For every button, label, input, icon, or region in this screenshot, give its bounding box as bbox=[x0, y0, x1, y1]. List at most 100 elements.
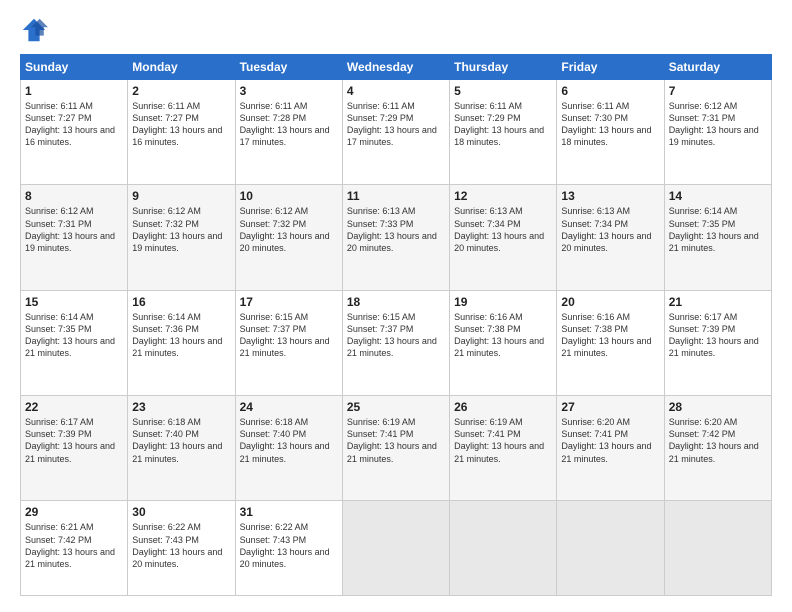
day-cell: 6 Sunrise: 6:11 AM Sunset: 7:30 PM Dayli… bbox=[557, 80, 664, 185]
day-cell: 29 Sunrise: 6:21 AM Sunset: 7:42 PM Dayl… bbox=[21, 501, 128, 596]
day-number: 1 bbox=[25, 84, 123, 98]
day-info: Sunrise: 6:14 AM Sunset: 7:35 PM Dayligh… bbox=[25, 311, 123, 360]
day-number: 4 bbox=[347, 84, 445, 98]
day-info: Sunrise: 6:13 AM Sunset: 7:34 PM Dayligh… bbox=[454, 205, 552, 254]
weekday-header-sunday: Sunday bbox=[21, 55, 128, 80]
day-cell: 10 Sunrise: 6:12 AM Sunset: 7:32 PM Dayl… bbox=[235, 185, 342, 290]
day-info: Sunrise: 6:13 AM Sunset: 7:34 PM Dayligh… bbox=[561, 205, 659, 254]
day-cell: 14 Sunrise: 6:14 AM Sunset: 7:35 PM Dayl… bbox=[664, 185, 771, 290]
day-number: 5 bbox=[454, 84, 552, 98]
day-cell: 5 Sunrise: 6:11 AM Sunset: 7:29 PM Dayli… bbox=[450, 80, 557, 185]
day-number: 26 bbox=[454, 400, 552, 414]
day-cell: 7 Sunrise: 6:12 AM Sunset: 7:31 PM Dayli… bbox=[664, 80, 771, 185]
weekday-header-wednesday: Wednesday bbox=[342, 55, 449, 80]
logo-icon bbox=[20, 16, 48, 44]
day-info: Sunrise: 6:13 AM Sunset: 7:33 PM Dayligh… bbox=[347, 205, 445, 254]
day-number: 19 bbox=[454, 295, 552, 309]
day-info: Sunrise: 6:12 AM Sunset: 7:32 PM Dayligh… bbox=[240, 205, 338, 254]
week-row-4: 22 Sunrise: 6:17 AM Sunset: 7:39 PM Dayl… bbox=[21, 396, 772, 501]
day-cell bbox=[557, 501, 664, 596]
day-info: Sunrise: 6:11 AM Sunset: 7:27 PM Dayligh… bbox=[25, 100, 123, 149]
day-number: 31 bbox=[240, 505, 338, 519]
day-cell: 26 Sunrise: 6:19 AM Sunset: 7:41 PM Dayl… bbox=[450, 396, 557, 501]
header bbox=[20, 16, 772, 44]
day-cell: 20 Sunrise: 6:16 AM Sunset: 7:38 PM Dayl… bbox=[557, 290, 664, 395]
weekday-header-monday: Monday bbox=[128, 55, 235, 80]
day-number: 11 bbox=[347, 189, 445, 203]
day-number: 2 bbox=[132, 84, 230, 98]
day-number: 25 bbox=[347, 400, 445, 414]
day-number: 28 bbox=[669, 400, 767, 414]
day-number: 22 bbox=[25, 400, 123, 414]
day-info: Sunrise: 6:20 AM Sunset: 7:41 PM Dayligh… bbox=[561, 416, 659, 465]
logo bbox=[20, 16, 52, 44]
day-number: 7 bbox=[669, 84, 767, 98]
day-cell: 3 Sunrise: 6:11 AM Sunset: 7:28 PM Dayli… bbox=[235, 80, 342, 185]
day-cell: 15 Sunrise: 6:14 AM Sunset: 7:35 PM Dayl… bbox=[21, 290, 128, 395]
day-info: Sunrise: 6:16 AM Sunset: 7:38 PM Dayligh… bbox=[454, 311, 552, 360]
day-info: Sunrise: 6:22 AM Sunset: 7:43 PM Dayligh… bbox=[132, 521, 230, 570]
day-number: 18 bbox=[347, 295, 445, 309]
day-info: Sunrise: 6:17 AM Sunset: 7:39 PM Dayligh… bbox=[25, 416, 123, 465]
week-row-3: 15 Sunrise: 6:14 AM Sunset: 7:35 PM Dayl… bbox=[21, 290, 772, 395]
day-cell: 27 Sunrise: 6:20 AM Sunset: 7:41 PM Dayl… bbox=[557, 396, 664, 501]
day-cell: 12 Sunrise: 6:13 AM Sunset: 7:34 PM Dayl… bbox=[450, 185, 557, 290]
weekday-header-thursday: Thursday bbox=[450, 55, 557, 80]
day-cell: 30 Sunrise: 6:22 AM Sunset: 7:43 PM Dayl… bbox=[128, 501, 235, 596]
day-info: Sunrise: 6:19 AM Sunset: 7:41 PM Dayligh… bbox=[347, 416, 445, 465]
day-info: Sunrise: 6:11 AM Sunset: 7:29 PM Dayligh… bbox=[347, 100, 445, 149]
day-number: 6 bbox=[561, 84, 659, 98]
day-number: 12 bbox=[454, 189, 552, 203]
day-cell: 24 Sunrise: 6:18 AM Sunset: 7:40 PM Dayl… bbox=[235, 396, 342, 501]
day-number: 30 bbox=[132, 505, 230, 519]
day-info: Sunrise: 6:11 AM Sunset: 7:30 PM Dayligh… bbox=[561, 100, 659, 149]
day-number: 13 bbox=[561, 189, 659, 203]
day-number: 3 bbox=[240, 84, 338, 98]
day-cell: 4 Sunrise: 6:11 AM Sunset: 7:29 PM Dayli… bbox=[342, 80, 449, 185]
day-info: Sunrise: 6:15 AM Sunset: 7:37 PM Dayligh… bbox=[240, 311, 338, 360]
day-cell: 18 Sunrise: 6:15 AM Sunset: 7:37 PM Dayl… bbox=[342, 290, 449, 395]
day-info: Sunrise: 6:16 AM Sunset: 7:38 PM Dayligh… bbox=[561, 311, 659, 360]
day-number: 21 bbox=[669, 295, 767, 309]
day-cell: 11 Sunrise: 6:13 AM Sunset: 7:33 PM Dayl… bbox=[342, 185, 449, 290]
weekday-header-row: SundayMondayTuesdayWednesdayThursdayFrid… bbox=[21, 55, 772, 80]
day-info: Sunrise: 6:12 AM Sunset: 7:32 PM Dayligh… bbox=[132, 205, 230, 254]
day-info: Sunrise: 6:17 AM Sunset: 7:39 PM Dayligh… bbox=[669, 311, 767, 360]
page: SundayMondayTuesdayWednesdayThursdayFrid… bbox=[0, 0, 792, 612]
day-cell: 1 Sunrise: 6:11 AM Sunset: 7:27 PM Dayli… bbox=[21, 80, 128, 185]
day-cell: 17 Sunrise: 6:15 AM Sunset: 7:37 PM Dayl… bbox=[235, 290, 342, 395]
day-cell bbox=[342, 501, 449, 596]
day-number: 17 bbox=[240, 295, 338, 309]
day-info: Sunrise: 6:12 AM Sunset: 7:31 PM Dayligh… bbox=[669, 100, 767, 149]
day-cell bbox=[664, 501, 771, 596]
day-info: Sunrise: 6:12 AM Sunset: 7:31 PM Dayligh… bbox=[25, 205, 123, 254]
day-number: 8 bbox=[25, 189, 123, 203]
week-row-2: 8 Sunrise: 6:12 AM Sunset: 7:31 PM Dayli… bbox=[21, 185, 772, 290]
day-number: 29 bbox=[25, 505, 123, 519]
day-cell: 19 Sunrise: 6:16 AM Sunset: 7:38 PM Dayl… bbox=[450, 290, 557, 395]
day-info: Sunrise: 6:11 AM Sunset: 7:29 PM Dayligh… bbox=[454, 100, 552, 149]
weekday-header-saturday: Saturday bbox=[664, 55, 771, 80]
day-number: 15 bbox=[25, 295, 123, 309]
day-cell: 28 Sunrise: 6:20 AM Sunset: 7:42 PM Dayl… bbox=[664, 396, 771, 501]
day-cell: 2 Sunrise: 6:11 AM Sunset: 7:27 PM Dayli… bbox=[128, 80, 235, 185]
calendar: SundayMondayTuesdayWednesdayThursdayFrid… bbox=[20, 54, 772, 596]
day-cell: 21 Sunrise: 6:17 AM Sunset: 7:39 PM Dayl… bbox=[664, 290, 771, 395]
day-number: 16 bbox=[132, 295, 230, 309]
day-info: Sunrise: 6:11 AM Sunset: 7:28 PM Dayligh… bbox=[240, 100, 338, 149]
day-info: Sunrise: 6:14 AM Sunset: 7:36 PM Dayligh… bbox=[132, 311, 230, 360]
week-row-5: 29 Sunrise: 6:21 AM Sunset: 7:42 PM Dayl… bbox=[21, 501, 772, 596]
day-number: 10 bbox=[240, 189, 338, 203]
day-number: 27 bbox=[561, 400, 659, 414]
day-number: 24 bbox=[240, 400, 338, 414]
day-cell: 13 Sunrise: 6:13 AM Sunset: 7:34 PM Dayl… bbox=[557, 185, 664, 290]
day-info: Sunrise: 6:21 AM Sunset: 7:42 PM Dayligh… bbox=[25, 521, 123, 570]
day-cell: 9 Sunrise: 6:12 AM Sunset: 7:32 PM Dayli… bbox=[128, 185, 235, 290]
day-number: 23 bbox=[132, 400, 230, 414]
day-info: Sunrise: 6:14 AM Sunset: 7:35 PM Dayligh… bbox=[669, 205, 767, 254]
day-info: Sunrise: 6:20 AM Sunset: 7:42 PM Dayligh… bbox=[669, 416, 767, 465]
day-cell: 31 Sunrise: 6:22 AM Sunset: 7:43 PM Dayl… bbox=[235, 501, 342, 596]
day-info: Sunrise: 6:18 AM Sunset: 7:40 PM Dayligh… bbox=[132, 416, 230, 465]
day-cell bbox=[450, 501, 557, 596]
day-cell: 8 Sunrise: 6:12 AM Sunset: 7:31 PM Dayli… bbox=[21, 185, 128, 290]
